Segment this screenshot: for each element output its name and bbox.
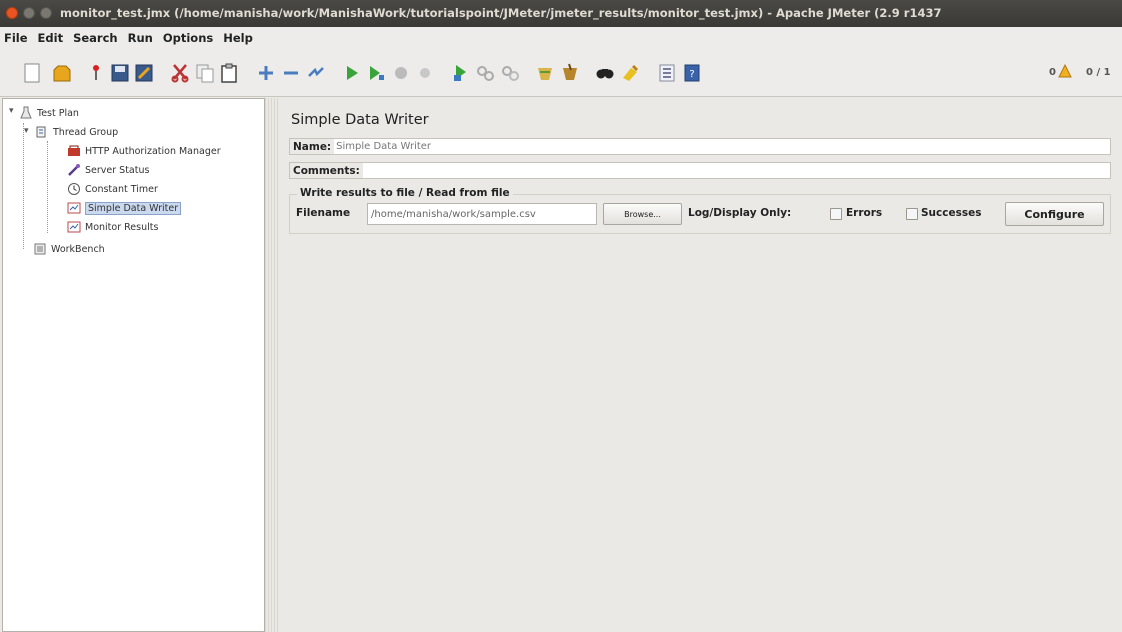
menu-edit-label: Edit	[37, 31, 64, 45]
thread-count: 0 / 1	[1086, 67, 1111, 78]
test-plan-tree: ▾ Test Plan ▾ Thread Group HTTP Authoriz…	[2, 98, 265, 632]
tree-node-test-plan[interactable]: Test Plan	[19, 105, 79, 121]
stop-icon[interactable]	[389, 61, 413, 85]
tree-label-constant-timer: Constant Timer	[85, 183, 158, 195]
svg-text:?: ?	[689, 69, 694, 80]
name-row: Name:	[289, 138, 1111, 155]
configure-button[interactable]: Configure	[1005, 202, 1104, 226]
test-plan-icon	[19, 106, 33, 120]
listener-icon	[67, 201, 81, 215]
expand-thread-group-icon[interactable]: ▾	[24, 126, 29, 136]
tree-label-simple-data-writer: Simple Data Writer	[85, 201, 182, 215]
tree-label-http-authorization-manager: HTTP Authorization Manager	[85, 145, 221, 157]
tree-node-monitor-results[interactable]: Monitor Results	[67, 219, 158, 235]
browse-button[interactable]: Browse...	[603, 203, 682, 225]
page-title: Simple Data Writer	[291, 112, 429, 128]
menu-run-label: Run	[127, 31, 153, 45]
start-no-pauses-icon[interactable]	[364, 61, 388, 85]
expand-test-plan-icon[interactable]: ▾	[9, 106, 14, 116]
save-as-icon[interactable]	[132, 61, 156, 85]
comments-label: Comments:	[290, 163, 363, 178]
warning-icon[interactable]	[1058, 64, 1072, 78]
remote-shutdown-icon[interactable]	[498, 61, 522, 85]
file-group-title: Write results to file / Read from file	[297, 187, 513, 199]
toggle-icon[interactable]	[304, 61, 328, 85]
tree-node-workbench[interactable]: WorkBench	[33, 241, 105, 257]
collapse-icon[interactable]	[279, 61, 303, 85]
splitter-handle[interactable]	[265, 98, 279, 632]
new-icon[interactable]	[20, 61, 44, 85]
remote-stop-icon[interactable]	[473, 61, 497, 85]
tree-node-simple-data-writer[interactable]: Simple Data Writer	[67, 200, 182, 216]
listener-icon	[67, 220, 81, 234]
function-helper-icon[interactable]	[655, 61, 679, 85]
tree-label-monitor-results: Monitor Results	[85, 221, 159, 233]
log-display-label: Log/Display Only:	[688, 207, 792, 219]
errors-label: Errors	[846, 207, 883, 219]
copy-icon[interactable]	[193, 61, 217, 85]
open-icon[interactable]	[84, 61, 108, 85]
window-controls	[6, 7, 52, 19]
name-label: Name:	[290, 139, 335, 154]
tree-label-test-plan: Test Plan	[37, 107, 79, 119]
menu-search[interactable]: Search	[73, 31, 118, 45]
menu-options-label: Options	[162, 31, 214, 45]
filename-label: Filename	[296, 207, 351, 219]
comments-row: Comments:	[289, 162, 1111, 179]
warning-count: 0	[1049, 67, 1056, 78]
tree-node-constant-timer[interactable]: Constant Timer	[67, 181, 158, 197]
sampler-pen-icon	[67, 163, 81, 177]
cut-icon[interactable]	[168, 61, 192, 85]
minimize-window-button[interactable]	[23, 7, 35, 19]
tree-node-server-status[interactable]: Server Status	[67, 162, 149, 178]
filename-field[interactable]	[367, 203, 597, 225]
comments-field[interactable]	[362, 164, 1110, 177]
menu-help[interactable]: Help	[223, 31, 253, 45]
tree-label-server-status: Server Status	[85, 164, 150, 176]
title-bar: monitor_test.jmx (/home/manisha/work/Man…	[0, 0, 1122, 27]
clear-icon[interactable]	[533, 61, 557, 85]
close-window-button[interactable]	[6, 7, 18, 19]
auth-manager-icon	[67, 144, 81, 158]
menu-file-label: File	[4, 31, 28, 45]
editor-panel: Simple Data Writer Name: Comments: Write…	[281, 98, 1122, 632]
start-icon[interactable]	[340, 61, 364, 85]
clear-all-icon[interactable]	[558, 61, 582, 85]
save-icon[interactable]	[108, 61, 132, 85]
tree-node-http-authorization-manager[interactable]: HTTP Authorization Manager	[67, 143, 221, 159]
menu-help-label: Help	[223, 31, 253, 45]
menu-options[interactable]: Options	[163, 31, 213, 45]
file-group: Write results to file / Read from file F…	[289, 187, 1111, 234]
templates-icon[interactable]	[50, 61, 74, 85]
tree-node-thread-group[interactable]: Thread Group	[35, 124, 118, 140]
errors-checkbox[interactable]	[830, 208, 842, 220]
name-field[interactable]	[334, 140, 1110, 153]
help-icon[interactable]: ?	[680, 61, 704, 85]
expand-icon[interactable]	[254, 61, 278, 85]
tree-label-thread-group: Thread Group	[53, 126, 119, 138]
menu-file[interactable]: File	[4, 31, 28, 45]
menu-run[interactable]: Run	[128, 31, 153, 45]
successes-checkbox[interactable]	[906, 208, 918, 220]
remote-start-icon[interactable]	[449, 61, 473, 85]
timer-icon	[67, 182, 81, 196]
maximize-window-button[interactable]	[40, 7, 52, 19]
successes-label: Successes	[921, 207, 982, 219]
menu-edit[interactable]: Edit	[38, 31, 64, 45]
window-title: monitor_test.jmx (/home/manisha/work/Man…	[60, 6, 942, 20]
menu-bar: File Edit Search Run Options Help	[0, 27, 1122, 49]
paste-icon[interactable]	[217, 61, 241, 85]
toolbar: ? 0 0 / 1	[0, 49, 1122, 97]
workbench-icon	[33, 242, 47, 256]
menu-search-label: Search	[73, 31, 118, 45]
reset-search-icon[interactable]	[618, 61, 642, 85]
shutdown-icon[interactable]	[413, 61, 437, 85]
search-icon[interactable]	[593, 61, 617, 85]
tree-label-workbench: WorkBench	[51, 243, 105, 255]
thread-group-icon	[35, 125, 49, 139]
